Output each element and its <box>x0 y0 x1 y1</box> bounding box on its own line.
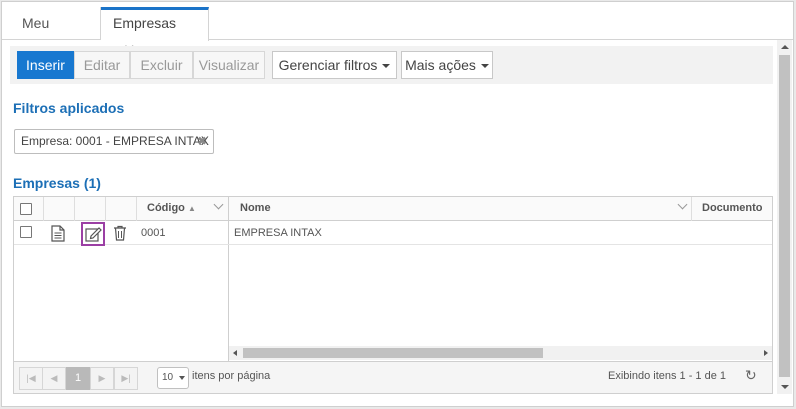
next-page-button[interactable]: ▶ <box>90 367 114 390</box>
current-page-button[interactable]: 1 <box>66 367 90 390</box>
edit-row-highlight[interactable] <box>81 222 105 246</box>
insert-button[interactable]: Inserir <box>17 51 74 79</box>
trash-icon[interactable] <box>113 225 127 241</box>
pager: |◀ ◀ 1 ▶ ▶| 10 itens por página Exibindo… <box>14 361 772 393</box>
select-all-checkbox[interactable] <box>20 203 32 215</box>
chevron-down-icon[interactable] <box>677 199 688 210</box>
filters-title: Filtros aplicados <box>13 100 125 116</box>
column-divider <box>74 197 75 221</box>
column-header-code[interactable]: Código ▲ <box>147 197 196 221</box>
grid-header: Código ▲ Nome Documento <box>14 197 772 221</box>
view-button[interactable]: Visualizar <box>193 51 265 79</box>
cell-code: 0001 <box>141 227 166 239</box>
tab-label: Empresas <box>113 15 177 31</box>
column-header-name[interactable]: Nome <box>240 197 271 221</box>
filter-chip-label: Empresa: 0001 - EMPRESA INTAX <box>21 134 209 148</box>
sort-asc-icon: ▲ <box>187 204 196 213</box>
cell-name: EMPRESA INTAX <box>234 227 322 239</box>
scroll-right-icon[interactable] <box>764 350 768 356</box>
table-row[interactable]: 0001 EMPRESA INTAX <box>14 222 772 246</box>
more-actions-button[interactable]: Mais ações <box>401 51 493 79</box>
refresh-icon[interactable]: ↻ <box>745 367 757 384</box>
manage-filters-button[interactable]: Gerenciar filtros <box>272 51 397 79</box>
vertical-scroll-thumb[interactable] <box>779 55 790 377</box>
caret-down-icon <box>480 64 489 69</box>
row-checkbox[interactable] <box>20 226 32 238</box>
scroll-left-icon[interactable] <box>233 350 237 356</box>
column-divider <box>136 197 137 221</box>
horizontal-scrollbar[interactable] <box>229 346 772 360</box>
delete-button[interactable]: Excluir <box>130 51 193 79</box>
more-actions-label: Mais ações <box>405 57 476 73</box>
chevron-down-icon[interactable] <box>213 199 224 210</box>
prev-page-button[interactable]: ◀ <box>42 367 66 390</box>
caret-down-icon <box>179 376 185 380</box>
grid-title: Empresas (1) <box>13 175 101 191</box>
column-header-document[interactable]: Documento <box>702 197 763 221</box>
main-frame: Meu Painel Empresas ✕ Inserir Editar Exc… <box>1 1 794 407</box>
document-view-icon[interactable] <box>51 225 65 242</box>
scroll-down-icon[interactable] <box>781 385 789 389</box>
filter-chip: Empresa: 0001 - EMPRESA INTAX ✖ <box>14 129 214 154</box>
tab-bar: Meu Painel Empresas ✕ <box>2 2 793 63</box>
tab-meu-painel[interactable]: Meu Painel <box>10 7 101 63</box>
data-grid: Código ▲ Nome Documento 0001 EMPRESA INT… <box>13 196 773 394</box>
edit-icon[interactable] <box>85 226 102 242</box>
column-divider <box>105 197 106 221</box>
page-size-value: 10 <box>162 372 174 383</box>
column-divider <box>691 197 692 221</box>
remove-filter-icon[interactable]: ✖ <box>197 130 207 153</box>
caret-down-icon <box>382 64 391 69</box>
vertical-scrollbar[interactable] <box>777 40 792 394</box>
horizontal-scroll-thumb[interactable] <box>243 348 543 358</box>
scroll-up-icon[interactable] <box>781 45 789 49</box>
action-toolbar: Inserir Editar Excluir Visualizar Gerenc… <box>10 46 773 84</box>
first-page-button[interactable]: |◀ <box>19 367 43 390</box>
column-code-label: Código <box>147 202 185 214</box>
column-divider <box>43 197 44 221</box>
edit-button[interactable]: Editar <box>74 51 130 79</box>
manage-filters-label: Gerenciar filtros <box>278 57 378 73</box>
last-page-button[interactable]: ▶| <box>114 367 138 390</box>
per-page-label: itens por página <box>192 370 271 382</box>
page-size-select[interactable]: 10 <box>157 367 189 389</box>
pager-summary: Exibindo itens 1 - 1 de 1 <box>608 370 727 382</box>
tab-empresas[interactable]: Empresas ✕ <box>101 7 209 59</box>
